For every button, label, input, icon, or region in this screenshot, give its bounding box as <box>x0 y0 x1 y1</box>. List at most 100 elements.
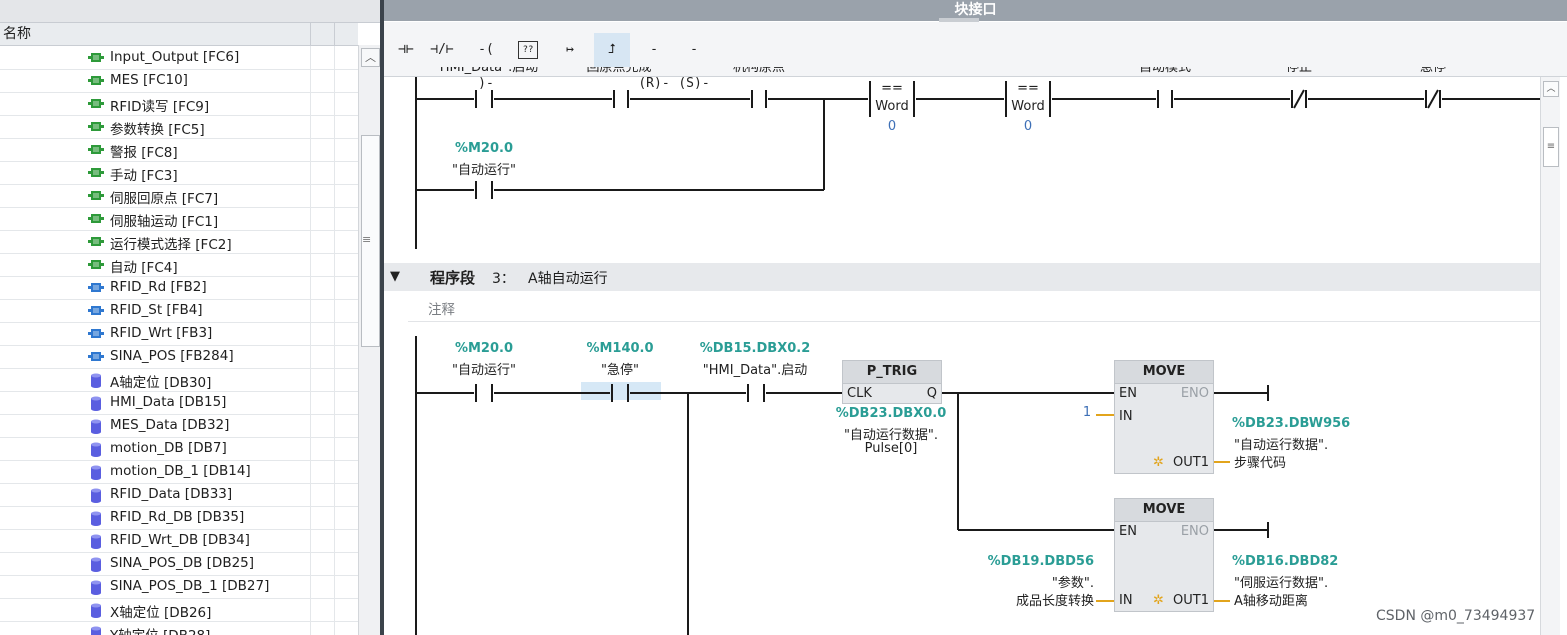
operand-symbol[interactable]: "自动运行" <box>434 359 534 378</box>
tree-scrollbar[interactable]: ︿ ≡ <box>358 45 380 635</box>
operand-symbol[interactable]: 步骤代码 <box>1234 452 1354 471</box>
tree-item-label: 参数转换 [FC5] <box>110 122 205 138</box>
operand-symbol[interactable]: "伺服运行数据". <box>1234 572 1354 591</box>
collapse-triangle-icon[interactable]: ▼ <box>390 269 400 284</box>
operand-symbol[interactable]: Pulse[0] <box>824 441 958 456</box>
tree-item[interactable]: RFID_St [FB4] <box>0 299 358 323</box>
tree-cell <box>334 253 359 276</box>
move-block[interactable]: MOVE EN ENO IN ✲ OUT1 <box>1114 360 1214 474</box>
network-label: 程序段 <box>430 269 476 287</box>
operand-address[interactable]: %DB15.DBX0.2 <box>692 341 818 356</box>
operand-address[interactable]: %DB23.DBW956 <box>1232 416 1352 431</box>
tree-item[interactable]: 手动 [FC3] <box>0 161 358 185</box>
scroll-thumb[interactable]: ≡ <box>1543 127 1559 167</box>
tree-item[interactable]: HMI_Data [DB15] <box>0 391 358 415</box>
operand-address[interactable]: %DB16.DBD82 <box>1232 554 1352 569</box>
compare-value[interactable]: 0 <box>1008 119 1048 134</box>
tree-item-label: 运行模式选择 [FC2] <box>110 237 232 253</box>
operand-label[interactable]: 回原点完成 <box>579 67 659 79</box>
tree-item[interactable]: Y轴定位 [DB28] <box>0 621 358 635</box>
operand-label[interactable]: 机构原点 <box>724 67 794 79</box>
fb-block-icon <box>88 350 104 363</box>
operand-address[interactable]: %M20.0 <box>434 141 534 156</box>
tree-item[interactable]: 运行模式选择 [FC2] <box>0 230 358 254</box>
open-branch-icon[interactable]: ↦ <box>552 33 588 67</box>
in-value[interactable]: 1 <box>1080 405 1094 420</box>
tree-item[interactable]: Input_Output [FC6] <box>0 46 358 70</box>
tree-item[interactable]: 警报 [FC8] <box>0 138 358 162</box>
nc-contact-icon[interactable]: ⊣/⊢ <box>424 33 460 67</box>
tree-header[interactable]: 名称 <box>0 23 358 46</box>
tree-cell <box>310 322 335 345</box>
operand-symbol[interactable]: A轴移动距离 <box>1234 590 1354 609</box>
tree-cell <box>310 552 335 575</box>
tree-cell <box>310 460 335 483</box>
tree-cell <box>310 161 335 184</box>
compare-value[interactable]: 0 <box>872 119 912 134</box>
tree-cell <box>334 368 359 391</box>
tree-item[interactable]: RFID_Rd_DB [DB35] <box>0 506 358 530</box>
toolbar-button-label: ⊣⊢ <box>398 42 414 57</box>
tree-item[interactable]: RFID读写 [FC9] <box>0 92 358 116</box>
tree-item[interactable]: SINA_POS_DB_1 [DB27] <box>0 575 358 599</box>
db-cylinder-icon <box>88 534 104 549</box>
tree-item[interactable]: MES [FC10] <box>0 69 358 93</box>
tree-item[interactable]: RFID_Data [DB33] <box>0 483 358 507</box>
tree-item[interactable]: RFID_Rd [FB2] <box>0 276 358 300</box>
tree-cell <box>334 345 359 368</box>
tree-item[interactable]: 伺服轴运动 [FC1] <box>0 207 358 231</box>
coil-icon[interactable]: -( )- <box>468 33 504 91</box>
tree-cell <box>334 69 359 92</box>
empty-box-icon[interactable]: ?? <box>510 33 546 67</box>
set-coil-icon[interactable]: -(S)- <box>676 33 712 91</box>
tree-item[interactable]: A轴定位 [DB30] <box>0 368 358 392</box>
network-title[interactable]: A轴自动运行 <box>528 268 608 288</box>
no-contact-icon[interactable]: ⊣⊢ <box>388 33 424 67</box>
operand-label[interactable]: 停止 <box>1279 67 1319 79</box>
tree-item[interactable]: 自动 [FC4] <box>0 253 358 277</box>
tree-item[interactable]: SINA_POS_DB [DB25] <box>0 552 358 576</box>
fb-block-icon <box>88 281 104 294</box>
reset-coil-icon[interactable]: -(R)- <box>636 33 672 91</box>
operand-address[interactable]: %M140.0 <box>570 341 670 356</box>
operand-symbol[interactable]: 成品长度转换 <box>974 590 1094 609</box>
selection-highlight <box>581 382 661 400</box>
fb-block-icon <box>88 304 104 317</box>
network-header[interactable]: ▼ 程序段 3： A轴自动运行 <box>384 263 1540 291</box>
scroll-up-icon[interactable]: ︿ <box>1543 81 1559 97</box>
p-trig-block[interactable]: P_TRIG CLK Q <box>842 360 942 404</box>
tree-item[interactable]: motion_DB [DB7] <box>0 437 358 461</box>
compare-op: == <box>881 81 903 96</box>
tree-item[interactable]: RFID_Wrt_DB [DB34] <box>0 529 358 553</box>
operand-label[interactable]: 急停 <box>1413 67 1453 79</box>
move-block[interactable]: MOVE EN ENO IN ✲ OUT1 <box>1114 498 1214 612</box>
operand-address[interactable]: %DB23.DBX0.0 <box>824 406 958 421</box>
block-interface-bar[interactable]: 块接口 <box>384 0 1567 23</box>
operand-symbol[interactable]: "HMI_Data".启动 <box>692 359 818 378</box>
tree-item[interactable]: RFID_Wrt [FB3] <box>0 322 358 346</box>
operand-label[interactable]: HMI_Data".启动 <box>434 67 544 79</box>
operand-label[interactable]: 自动模式 <box>1130 67 1200 79</box>
operand-symbol[interactable]: "参数". <box>974 572 1094 591</box>
operand-symbol[interactable]: "自动运行数据". <box>1234 434 1354 453</box>
network-comment[interactable]: 注释 <box>408 293 1540 322</box>
scroll-up-icon[interactable]: ︿ <box>361 48 380 67</box>
tree-item-label: 伺服回原点 [FC7] <box>110 191 219 207</box>
operand-address[interactable]: %M20.0 <box>434 341 534 356</box>
tree-item[interactable]: 参数转换 [FC5] <box>0 115 358 139</box>
tree-item[interactable]: X轴定位 [DB26] <box>0 598 358 622</box>
tree-cell <box>334 575 359 598</box>
tree-item[interactable]: MES_Data [DB32] <box>0 414 358 438</box>
tree-header-col[interactable] <box>334 23 359 45</box>
close-branch-icon[interactable]: ⮥ <box>594 33 630 67</box>
editor-scrollbar[interactable]: ︿ ≡ <box>1540 77 1560 635</box>
tree-item-label: RFID_St [FB4] <box>110 302 203 318</box>
tree-header-col[interactable] <box>310 23 335 45</box>
tree-item[interactable]: SINA_POS [FB284] <box>0 345 358 369</box>
operand-symbol[interactable]: "自动运行" <box>434 159 534 178</box>
tree-item-label: motion_DB [DB7] <box>110 440 227 456</box>
operand-symbol[interactable]: "急停" <box>570 359 670 378</box>
tree-item[interactable]: 伺服回原点 [FC7] <box>0 184 358 208</box>
tree-item[interactable]: motion_DB_1 [DB14] <box>0 460 358 484</box>
operand-address[interactable]: %DB19.DBD56 <box>974 554 1094 569</box>
